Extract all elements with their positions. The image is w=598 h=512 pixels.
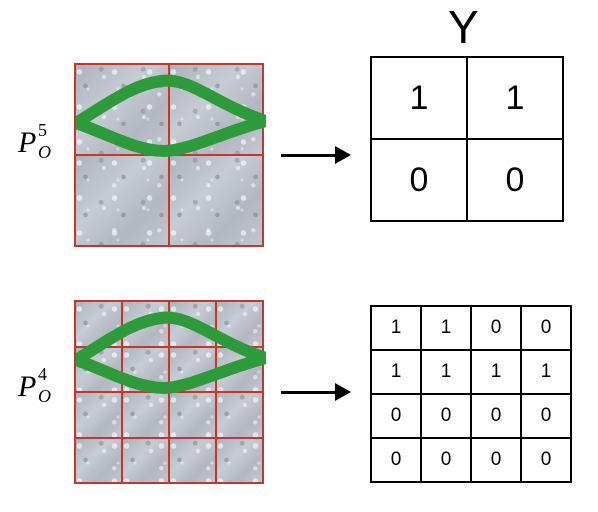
cell: 1	[371, 57, 467, 139]
patch-tile	[76, 439, 121, 483]
cell: 0	[471, 394, 521, 438]
patch-p4	[74, 300, 264, 484]
label-p5-base: P	[18, 126, 36, 159]
table-row: 0 0	[371, 139, 563, 221]
table-row: 1 1 0 0	[371, 306, 571, 350]
label-p5-sub: O	[38, 142, 51, 163]
cell: 0	[471, 306, 521, 350]
patch-tile	[170, 156, 262, 245]
label-p5: P 5 O	[18, 126, 36, 160]
label-p4-base: P	[18, 370, 36, 403]
cell: 0	[371, 139, 467, 221]
cell: 1	[467, 57, 563, 139]
cell: 1	[421, 350, 471, 394]
table-row: 0 0 0 0	[371, 394, 571, 438]
label-p4: P 4 O	[18, 370, 36, 404]
patch-tile	[76, 348, 121, 392]
patch-tile	[217, 348, 262, 392]
patch-tile	[123, 348, 168, 392]
cell: 1	[371, 306, 421, 350]
patch-tile	[123, 302, 168, 346]
output-variable-label: Y	[448, 0, 479, 54]
cell: 0	[521, 394, 571, 438]
label-p4-sup: 4	[38, 364, 47, 385]
table-row: 1 1 1 1	[371, 350, 571, 394]
cell: 0	[521, 438, 571, 482]
table-row: 0 0 0 0	[371, 438, 571, 482]
patch-tile	[170, 302, 215, 346]
patch-tile	[217, 439, 262, 483]
patch-tile	[170, 348, 215, 392]
cell: 1	[421, 306, 471, 350]
patch-p4-grid	[76, 302, 262, 482]
patch-tile	[76, 302, 121, 346]
patch-p5	[74, 63, 264, 247]
table-row: 1 1	[371, 57, 563, 139]
patch-tile	[217, 393, 262, 437]
patch-tile	[123, 393, 168, 437]
patch-tile	[170, 65, 262, 154]
patch-tile	[170, 439, 215, 483]
patch-tile	[76, 156, 168, 245]
patch-tile	[123, 439, 168, 483]
label-p4-sub: O	[38, 386, 51, 407]
figure-root: { "labels": { "Y": "Y", "P5": { "base": …	[0, 0, 598, 512]
cell: 1	[471, 350, 521, 394]
cell: 0	[371, 394, 421, 438]
cell: 0	[421, 394, 471, 438]
patch-tile	[170, 393, 215, 437]
cell: 0	[421, 438, 471, 482]
patch-tile	[76, 65, 168, 154]
cell: 0	[371, 438, 421, 482]
cell: 0	[467, 139, 563, 221]
output-grid-p5: 1 1 0 0	[370, 56, 564, 222]
patch-tile	[217, 302, 262, 346]
cell: 0	[471, 438, 521, 482]
label-p5-sup: 5	[38, 120, 47, 141]
cell: 1	[371, 350, 421, 394]
cell: 0	[521, 306, 571, 350]
cell: 1	[521, 350, 571, 394]
patch-p5-grid	[76, 65, 262, 245]
patch-tile	[76, 393, 121, 437]
output-grid-p4: 1 1 0 0 1 1 1 1 0 0 0 0 0 0 0 0	[370, 305, 572, 483]
